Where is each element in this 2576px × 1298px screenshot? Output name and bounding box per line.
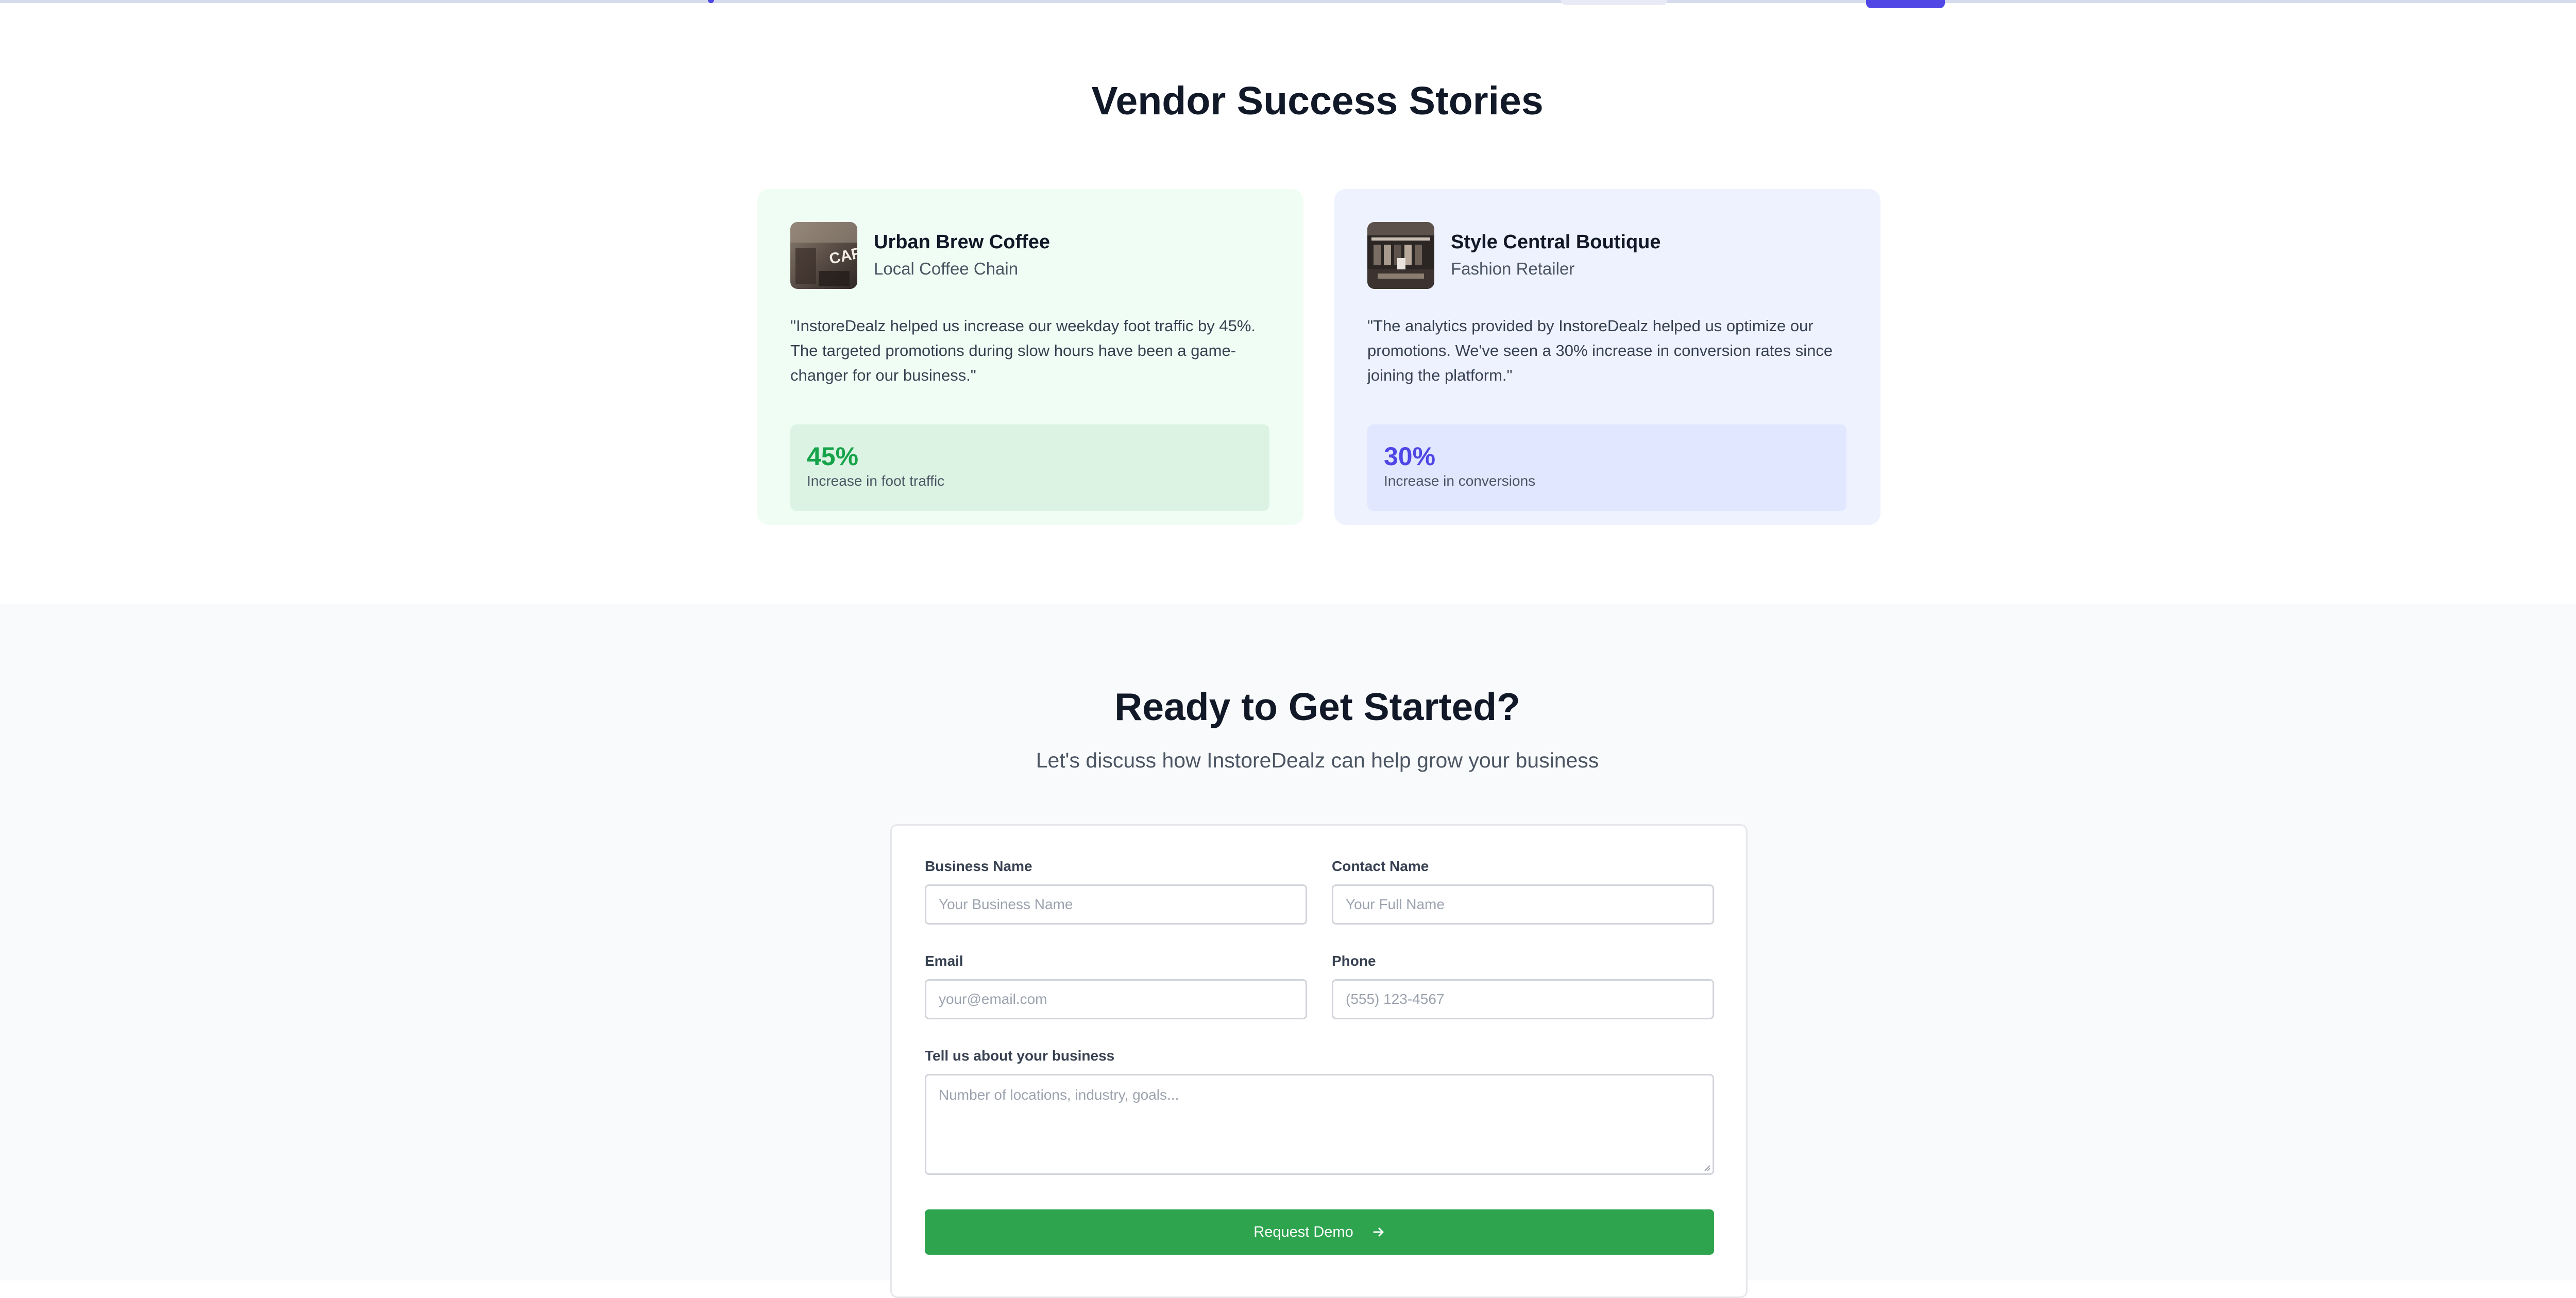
top-navigation-bar <box>0 0 2576 22</box>
stat-label: Increase in foot traffic <box>807 473 945 489</box>
business-name-label: Business Name <box>925 858 1032 874</box>
business-details-textarea[interactable]: Number of locations, industry, goals... <box>925 1074 1714 1175</box>
vendor-success-stories-section: Vendor Success Stories CAF Urban Brew Co… <box>0 21 2576 604</box>
email-input[interactable]: your@email.com <box>925 979 1307 1019</box>
stat-label: Increase in conversions <box>1384 473 1536 489</box>
get-started-section: Ready to Get Started? Let's discuss how … <box>0 604 2576 1298</box>
card-header: Style Central Boutique Fashion Retailer <box>1367 222 1848 289</box>
phone-label: Phone <box>1332 953 1376 969</box>
business-details-placeholder: Number of locations, industry, goals... <box>939 1087 1179 1103</box>
vendor-names: Style Central Boutique Fashion Retailer <box>1451 230 1661 281</box>
vendor-photo: CAF <box>790 222 857 289</box>
phone-field: Phone (555) 123-4567 <box>1332 952 1714 1019</box>
vendor-name: Urban Brew Coffee <box>874 231 1050 253</box>
vendor-names: Urban Brew Coffee Local Coffee Chain <box>874 230 1050 281</box>
vendor-type: Local Coffee Chain <box>874 259 1019 278</box>
email-label: Email <box>925 953 963 969</box>
contact-name-label: Contact Name <box>1332 858 1429 874</box>
stat-box: 45% Increase in foot traffic <box>790 424 1269 511</box>
success-story-card: CAF Urban Brew Coffee Local Coffee Chain… <box>757 189 1303 525</box>
testimonial-quote: "InstoreDealz helped us increase our wee… <box>790 317 1256 384</box>
nav-active-item[interactable] <box>1561 0 1667 5</box>
business-name-input[interactable]: Your Business Name <box>925 884 1307 925</box>
contact-name-input[interactable]: Your Full Name <box>1332 884 1714 925</box>
business-details-label: Tell us about your business <box>925 1048 1115 1064</box>
nav-logo-fragment <box>708 0 714 3</box>
success-story-card: Style Central Boutique Fashion Retailer … <box>1334 189 1880 525</box>
stat-box: 30% Increase in conversions <box>1367 424 1846 511</box>
resize-handle-icon[interactable] <box>1702 1163 1710 1171</box>
request-demo-label: Request Demo <box>1253 1223 1353 1240</box>
email-field: Email your@email.com <box>925 952 1307 1019</box>
stat-value: 30% <box>1384 442 1436 471</box>
business-details-field: Tell us about your business Number of lo… <box>925 1047 1714 1175</box>
business-name-field: Business Name Your Business Name <box>925 858 1307 925</box>
request-demo-button[interactable]: Request Demo <box>925 1209 1714 1255</box>
vendor-photo <box>1367 222 1434 289</box>
vendor-name: Style Central Boutique <box>1451 231 1661 253</box>
demo-request-form: Business Name Your Business Name Contact… <box>890 824 1748 1298</box>
testimonial-quote: "The analytics provided by InstoreDealz … <box>1367 317 1833 384</box>
section-title: Vendor Success Stories <box>1091 79 1544 123</box>
nav-cta-button[interactable] <box>1866 0 1945 8</box>
vendor-type: Fashion Retailer <box>1451 259 1575 278</box>
contact-name-field: Contact Name Your Full Name <box>1332 858 1714 925</box>
card-header: CAF Urban Brew Coffee Local Coffee Chain <box>790 222 1270 289</box>
cta-subtitle: Let's discuss how InstoreDealz can help … <box>1036 748 1599 772</box>
cta-title: Ready to Get Started? <box>1114 685 1520 728</box>
stat-value: 45% <box>807 442 859 471</box>
phone-input[interactable]: (555) 123-4567 <box>1332 979 1714 1019</box>
arrow-right-icon <box>1372 1225 1385 1239</box>
